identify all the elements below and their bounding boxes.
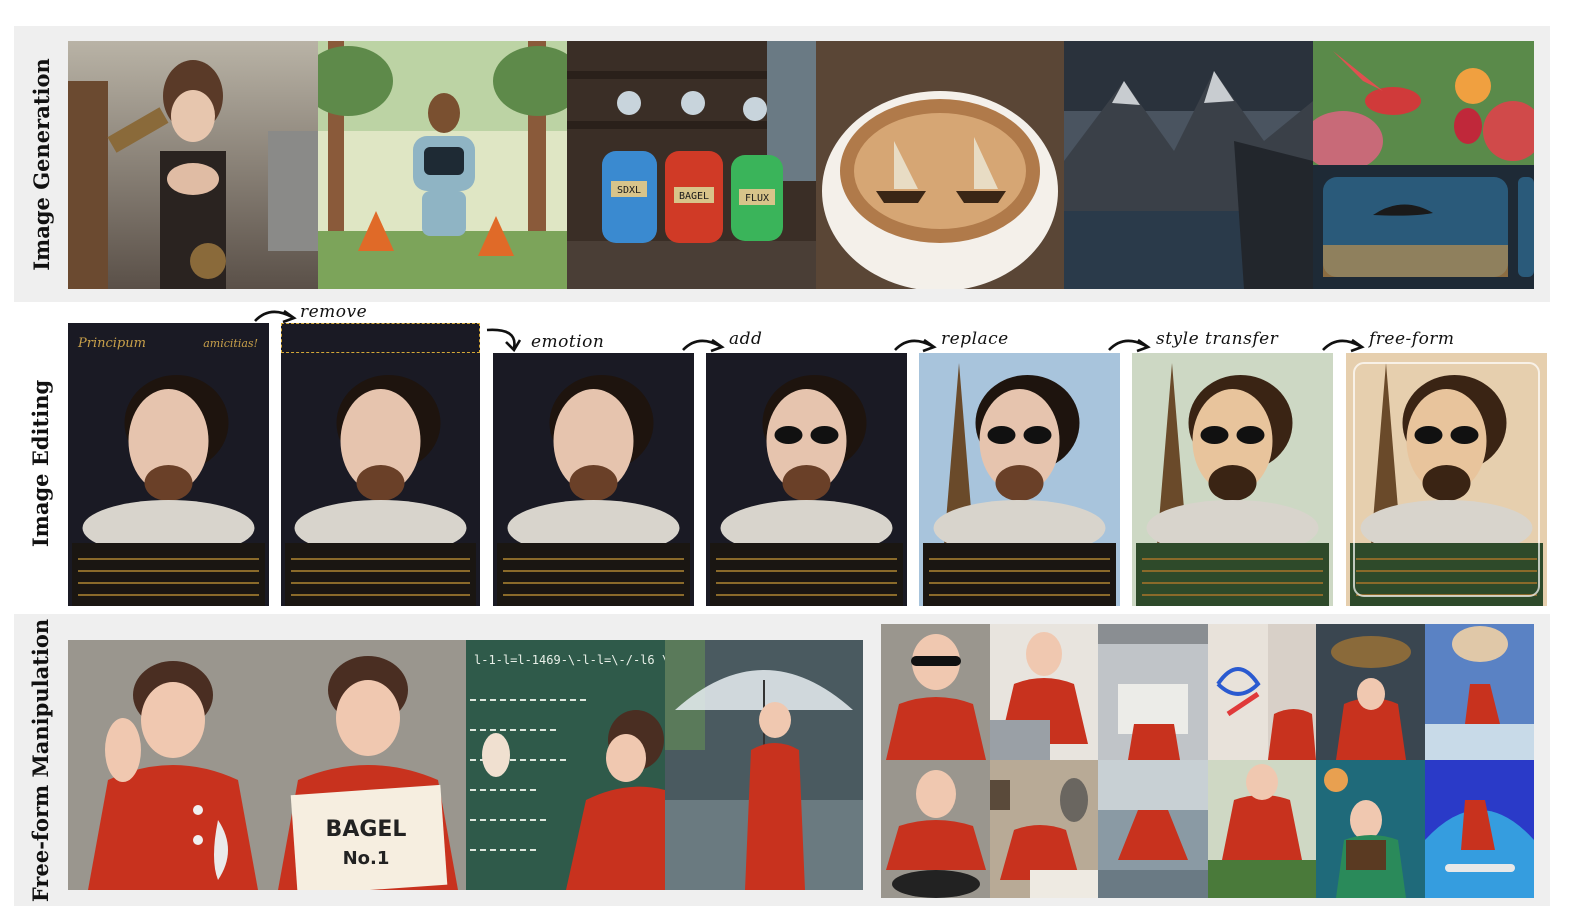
portrait-svg <box>1346 353 1547 606</box>
grid-ice-skating-image <box>1425 624 1534 760</box>
overlay-text-principum: Principum <box>77 336 146 351</box>
arrow-icon <box>486 328 522 352</box>
sign-text-no1: No.1 <box>343 848 390 869</box>
hummingbird-image <box>1313 41 1534 165</box>
robot-owl-foxes-image <box>318 41 567 289</box>
bottle-label-sdxl: SDXL <box>617 185 641 196</box>
arrow-icon <box>894 338 937 353</box>
op-label-emotion: emotion <box>531 332 605 352</box>
portrait-svg <box>281 323 480 606</box>
grid-airship-image <box>1316 624 1425 760</box>
dolphin-window-image <box>1313 165 1534 289</box>
bottle-label-bagel: BAGEL <box>679 191 709 202</box>
woman-chalkboard-image: l-1-l=l-1469-\-l-l=\-/-l6 \=/- l-1-lc-l-… <box>466 640 665 890</box>
woman-umbrella-image <box>665 640 863 890</box>
op-label-add: add <box>729 329 763 349</box>
grid-graffiti-train-image <box>1208 624 1316 760</box>
op-label-free-form: free-form <box>1369 329 1455 349</box>
coffee-ships-image <box>816 41 1064 289</box>
grid-museum-drawing-image <box>990 760 1098 898</box>
op-label-replace: replace <box>941 329 1009 349</box>
sign-text-bagel: BAGEL <box>326 817 407 842</box>
chalkboard-text: l-1-l=l-1469-\-l-l=\-/-l6 \=/- l-1-lc-l-… <box>474 653 665 667</box>
portrait-svg: Principum amicitias! <box>68 323 269 606</box>
overlay-text-amicitias: amicitias! <box>203 337 258 350</box>
portrait-svg <box>1132 353 1333 606</box>
grid-sunglasses-image <box>881 624 990 760</box>
free-form-manipulation-label: Free-form Manipulation <box>28 618 54 902</box>
portrait-svg <box>706 353 907 606</box>
op-label-style-transfer: style transfer <box>1156 329 1279 349</box>
removed-region-outline <box>281 323 480 353</box>
removed-text-portrait-image <box>281 323 480 606</box>
grid-subway-newspaper-image <box>1098 624 1208 760</box>
bottle-label-flux: FLUX <box>745 193 769 204</box>
arrow-icon <box>682 338 725 353</box>
replace-background-portrait-image <box>919 353 1120 606</box>
woman-red-coat-image <box>68 640 268 890</box>
steampunk-woman-image <box>68 41 318 289</box>
portrait-svg <box>919 353 1120 606</box>
woman-holding-sign-image: BAGEL No.1 <box>268 640 466 890</box>
op-label-remove: remove <box>300 302 368 322</box>
free-form-portrait-image <box>1346 353 1547 606</box>
grid-rain-dance-image <box>1098 760 1208 898</box>
mountain-storm-image <box>1064 41 1313 289</box>
grid-turntable-image <box>881 760 990 898</box>
original-portrait-image: Principum amicitias! <box>68 323 269 606</box>
image-generation-label: Image Generation <box>28 57 54 271</box>
grid-underwater-book-image <box>1316 760 1425 898</box>
grid-surfing-image <box>1425 760 1534 898</box>
emotion-portrait-image <box>493 353 694 606</box>
arrow-icon <box>1322 338 1365 353</box>
arrow-icon <box>254 309 297 324</box>
style-transfer-portrait-image <box>1132 353 1333 606</box>
image-editing-label: Image Editing <box>28 379 54 547</box>
grid-coffee-laptop-image <box>990 624 1098 760</box>
add-sunglasses-portrait-image <box>706 353 907 606</box>
portrait-svg <box>493 353 694 606</box>
grid-gardening-image <box>1208 760 1316 898</box>
arrow-icon <box>1108 338 1151 353</box>
potion-bottles-image: SDXL BAGEL FLUX <box>567 41 816 289</box>
